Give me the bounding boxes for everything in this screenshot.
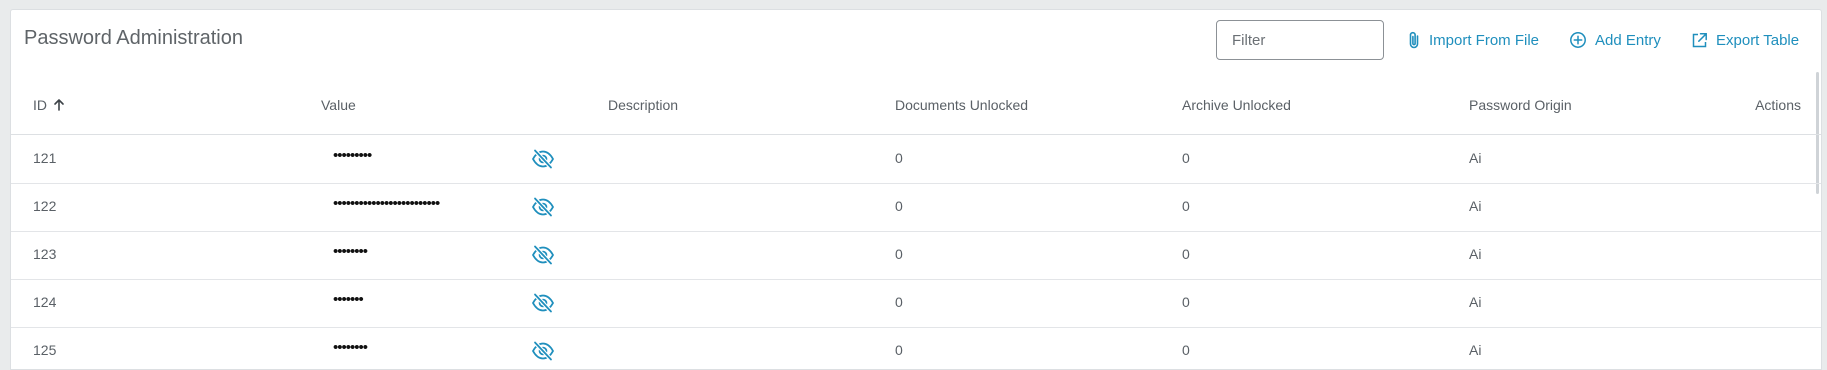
- cell-id: 121: [33, 150, 57, 166]
- table-row[interactable]: 124 ••••••• 0 0 Ai: [11, 279, 1821, 328]
- cell-password-origin: Ai: [1469, 198, 1482, 214]
- column-header-documents-unlocked[interactable]: Documents Unlocked: [895, 97, 1028, 113]
- eye-slash-icon[interactable]: [531, 292, 555, 314]
- table-row[interactable]: 121 ••••••••• 0 0 Ai: [11, 135, 1821, 184]
- cell-archive-unlocked: 0: [1182, 246, 1190, 262]
- add-entry-label: Add Entry: [1595, 31, 1661, 49]
- eye-slash-icon[interactable]: [531, 196, 555, 218]
- cell-password-origin: Ai: [1469, 150, 1482, 166]
- column-header-description[interactable]: Description: [608, 97, 678, 113]
- import-from-file-button[interactable]: Import From File: [1407, 29, 1539, 51]
- table-row[interactable]: 123 •••••••• 0 0 Ai: [11, 231, 1821, 280]
- cell-id: 123: [33, 246, 57, 262]
- cell-documents-unlocked: 0: [895, 246, 903, 262]
- cell-value-masked: ••••••••: [333, 339, 368, 356]
- eye-slash-icon[interactable]: [531, 148, 555, 170]
- column-header-id[interactable]: ID: [33, 97, 66, 113]
- page-title: Password Administration: [24, 27, 243, 49]
- cell-archive-unlocked: 0: [1182, 150, 1190, 166]
- cell-value-masked: •••••••: [333, 291, 364, 308]
- eye-slash-icon[interactable]: [531, 244, 555, 266]
- cell-id: 125: [33, 342, 57, 358]
- cell-password-origin: Ai: [1469, 246, 1482, 262]
- column-header-value[interactable]: Value: [321, 97, 356, 113]
- cell-value-masked: ••••••••: [333, 243, 368, 260]
- cell-id: 124: [33, 294, 57, 310]
- cell-password-origin: Ai: [1469, 342, 1482, 358]
- cell-password-origin: Ai: [1469, 294, 1482, 310]
- column-header-archive-unlocked[interactable]: Archive Unlocked: [1182, 97, 1291, 113]
- column-header-id-label: ID: [33, 97, 47, 113]
- column-header-actions: Actions: [1755, 97, 1801, 113]
- cell-value-masked: •••••••••: [333, 147, 372, 164]
- cell-archive-unlocked: 0: [1182, 294, 1190, 310]
- add-entry-button[interactable]: Add Entry: [1569, 29, 1661, 51]
- cell-documents-unlocked: 0: [895, 294, 903, 310]
- cell-documents-unlocked: 0: [895, 198, 903, 214]
- cell-documents-unlocked: 0: [895, 150, 903, 166]
- table-row[interactable]: 122 ••••••••••••••••••••••••• 0 0 Ai: [11, 183, 1821, 232]
- cell-id: 122: [33, 198, 57, 214]
- import-from-file-label: Import From File: [1429, 31, 1540, 49]
- export-table-label: Export Table: [1716, 31, 1800, 49]
- cell-value-masked: •••••••••••••••••••••••••: [333, 195, 440, 212]
- eye-slash-icon[interactable]: [531, 340, 555, 362]
- filter-input[interactable]: [1216, 20, 1384, 60]
- column-header-password-origin[interactable]: Password Origin: [1469, 97, 1572, 113]
- plus-circle-icon: [1570, 32, 1586, 48]
- cell-archive-unlocked: 0: [1182, 198, 1190, 214]
- export-table-button[interactable]: Export Table: [1691, 29, 1799, 51]
- cell-archive-unlocked: 0: [1182, 342, 1190, 358]
- arrow-up-icon: [54, 99, 64, 111]
- cell-documents-unlocked: 0: [895, 342, 903, 358]
- password-admin-panel: Password Administration Import From File…: [10, 9, 1822, 370]
- paperclip-icon: [1409, 31, 1419, 49]
- external-link-icon: [1692, 32, 1707, 47]
- table-row[interactable]: 125 •••••••• 0 0 Ai: [11, 327, 1821, 369]
- table-header: ID Value Description Documents Unlocked …: [11, 78, 1821, 135]
